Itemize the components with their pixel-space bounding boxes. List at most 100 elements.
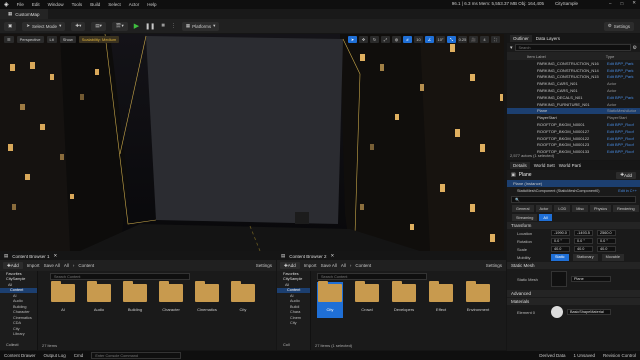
materials-section[interactable]: Materials <box>507 298 640 305</box>
instance-row[interactable]: Plane (Instance) <box>507 180 640 187</box>
select-mode-button[interactable]: ➤ Select Mode ▾ <box>22 21 66 31</box>
outliner-row-type[interactable]: Edit BPP_Roof <box>607 122 634 127</box>
component-row[interactable]: StaticMeshComponent (StaticMeshComponent… <box>507 187 640 194</box>
collections-header[interactable]: Coll <box>277 343 290 349</box>
show-button[interactable]: Show <box>59 36 76 43</box>
cb1-path-content[interactable]: Content <box>78 263 94 268</box>
mobility-stationary[interactable]: Stationary <box>572 253 598 261</box>
cb2-search-input[interactable]: Search Content <box>317 273 427 280</box>
cb2-import-button[interactable]: Import <box>304 263 317 268</box>
menu-file[interactable]: File <box>17 2 24 7</box>
outliner-row-type[interactable]: Edit BPP_Roof <box>607 129 634 134</box>
tab-details[interactable]: Details <box>510 162 530 169</box>
play-icon[interactable]: ▶ <box>134 22 139 30</box>
angle-snap-icon[interactable]: ∠ <box>425 36 434 43</box>
platforms-button[interactable]: ▦ Platforms ▾ <box>181 21 220 31</box>
folder-tile[interactable]: Effect <box>428 281 454 318</box>
rotation-x[interactable]: 0.0 ° <box>551 238 570 244</box>
stop-icon[interactable]: ■ <box>161 23 165 29</box>
cb1-import-button[interactable]: Import <box>27 263 40 268</box>
outliner-row-type[interactable]: Edit BPP_Park <box>607 95 633 100</box>
outliner-row[interactable]: PARKING_CONSTRUCTION_N16 Edit BPP_Park <box>507 60 640 67</box>
scale-z[interactable]: 40.0 <box>597 246 616 252</box>
outliner-row-type[interactable]: Edit BPP_Park <box>607 68 633 73</box>
static-mesh-value[interactable]: Plane <box>571 276 611 282</box>
maximize-viewport-icon[interactable]: ⛶ <box>491 36 500 43</box>
outliner-row[interactable]: ROOFTOP_BKGM_N000123 Edit BPP_Roof <box>507 142 640 149</box>
play-options-icon[interactable]: ⋮ <box>171 23 176 29</box>
outliner-row-type[interactable]: Edit BPP_Roof <box>607 149 634 154</box>
level-viewport[interactable]: ☰ Perspective Lit Show Scalability: Medi… <box>0 34 504 251</box>
content-drawer-button[interactable]: Content Drawer <box>4 353 36 358</box>
rotate-tool-icon[interactable]: ↻ <box>370 36 379 43</box>
add-content-button[interactable]: ✚▾ <box>71 21 86 31</box>
tab-outliner[interactable]: Outliner <box>510 35 532 42</box>
angle-snap-value[interactable]: 10° <box>436 36 445 43</box>
maximize-icon[interactable]: □ <box>621 1 624 6</box>
menu-build[interactable]: Build <box>90 2 100 7</box>
cb2-path-content[interactable]: Content <box>355 263 371 268</box>
folder-tile[interactable]: Character <box>158 281 184 318</box>
folder-tile[interactable]: AI <box>50 281 76 318</box>
outliner-row[interactable]: PlayerStart PlayerStart <box>507 114 640 121</box>
filter-tab-physics[interactable]: Physics <box>590 205 612 212</box>
mobility-movable[interactable]: Movable <box>601 253 624 261</box>
scalability-warning[interactable]: Scalability: Medium <box>78 36 120 43</box>
outliner-row[interactable]: ROOFTOP_BKGM_N000127 Edit BPP_Roof <box>507 128 640 135</box>
folder-tile[interactable]: Crowd <box>354 281 380 318</box>
transform-section[interactable]: Transform <box>507 222 640 229</box>
outliner-row-type[interactable]: Edit BPP_Roof <box>607 142 634 147</box>
outliner-row[interactable]: PARKING_CARS_N01 Actor <box>507 80 640 87</box>
tab-world-settings[interactable]: World Sett <box>534 163 555 168</box>
edit-cpp-link[interactable]: Edit in C++ <box>618 189 640 193</box>
cb1-tab-label[interactable]: Content Browser 1 <box>12 254 49 259</box>
filter-tab-misc[interactable]: Misc <box>572 205 589 212</box>
cb1-save-all-button[interactable]: Save All <box>44 263 60 268</box>
folder-tile[interactable]: Audio <box>86 281 112 318</box>
folder-tile[interactable]: City <box>317 281 343 318</box>
scale-snap-icon[interactable]: ⤡ <box>447 36 456 43</box>
location-y[interactable]: -1493.5 <box>574 230 593 236</box>
cmd-button[interactable]: Cmd <box>74 353 84 358</box>
perspective-button[interactable]: Perspective <box>16 36 44 43</box>
scale-snap-value[interactable]: 0.25 <box>458 36 467 43</box>
camera-speed-icon[interactable]: 🎥 <box>469 36 478 43</box>
filter-tab-lod[interactable]: LOD <box>554 205 571 212</box>
cb1-path-all[interactable]: All <box>64 263 69 268</box>
tab-custommap[interactable]: ▦ CustomMap <box>0 9 48 19</box>
blueprint-button[interactable]: ▤▾ <box>91 21 106 31</box>
cb1-add-button[interactable]: ✚ Add <box>3 262 23 269</box>
location-z[interactable]: 2560.0 <box>597 230 616 236</box>
material-sphere-thumbnail[interactable] <box>551 306 563 318</box>
select-tool-icon[interactable]: ➤ <box>348 36 357 43</box>
close-icon[interactable]: ✕ <box>632 0 636 6</box>
grid-snap-value[interactable]: 10 <box>414 36 423 43</box>
tree-folder[interactable]: Library <box>0 332 37 338</box>
filter-tab-streaming[interactable]: Streaming <box>512 214 538 221</box>
unsaved-button[interactable]: 1 Unsaved <box>573 353 595 358</box>
tree-folder[interactable]: City <box>277 321 310 327</box>
unreal-logo-icon[interactable]: ◈ <box>4 1 9 8</box>
cb2-add-button[interactable]: ✚ Add <box>280 262 300 269</box>
outliner-row[interactable]: Plane StaticMeshActor <box>507 107 640 115</box>
outliner-row-type[interactable]: Edit BPP_Roof <box>607 136 634 141</box>
settings-button[interactable]: ⚙ Settings <box>603 21 634 31</box>
cb2-save-all-button[interactable]: Save All <box>321 263 337 268</box>
collections-header[interactable]: Collecti <box>0 343 18 349</box>
outliner-row-type[interactable]: Edit BPP_Park <box>607 61 633 66</box>
outliner-row[interactable]: ROOFTOP_BKGM_N0001 Edit BPP_Roof <box>507 121 640 128</box>
menu-help[interactable]: Help <box>147 2 156 7</box>
outliner-row[interactable]: ROOFTOP_BKGM_N000122 Edit BPP_Roof <box>507 135 640 142</box>
scale-x[interactable]: 40.0 <box>551 246 570 252</box>
outliner-search-input[interactable]: Search <box>514 44 631 51</box>
save-icon[interactable]: ▣ <box>4 21 17 31</box>
revision-control-button[interactable]: Revision Control <box>603 353 640 358</box>
outliner-row[interactable]: PARKING_DECALS_N01 Edit BPP_Park <box>507 94 640 101</box>
menu-tools[interactable]: Tools <box>72 2 83 7</box>
outliner-row[interactable]: PARKING_CONSTRUCTION_N15 Edit BPP_Park <box>507 74 640 81</box>
world-space-icon[interactable]: ◍ <box>392 36 401 43</box>
folder-tile[interactable]: Cinematics <box>194 281 220 318</box>
menu-window[interactable]: Window <box>48 2 64 7</box>
material-value[interactable]: BasicShapeMaterial <box>567 309 611 315</box>
rotation-z[interactable]: 0.0 ° <box>597 238 616 244</box>
